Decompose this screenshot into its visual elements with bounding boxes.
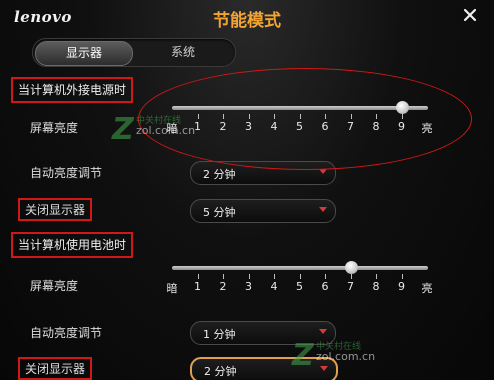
tab-system[interactable]: 系统 <box>133 41 233 64</box>
scale-tick-label: 9 <box>398 280 405 293</box>
tab-display[interactable]: 显示器 <box>35 41 133 66</box>
battery-display-off-select[interactable]: 2 分钟 <box>190 357 338 380</box>
ac-brightness-slider[interactable] <box>172 106 428 110</box>
scale-tick-label: 1 <box>194 280 201 293</box>
chevron-down-icon <box>319 169 327 174</box>
scale-tick <box>248 274 250 279</box>
scale-tick <box>325 114 326 119</box>
scale-tick-label: 8 <box>372 280 380 293</box>
scale-tick-label: 暗 <box>166 282 178 295</box>
scale-tick-label: 1 <box>194 120 201 133</box>
battery-display-off-label: 关闭显示器 <box>18 357 93 380</box>
scale-tick <box>197 114 199 119</box>
scale-tick-label: 2 <box>219 280 227 293</box>
ac-brightness-label: 屏幕亮度 <box>30 121 79 135</box>
scale-tick-label: 6 <box>321 280 329 293</box>
ac-auto-brightness-value: 2 分钟 <box>203 168 236 181</box>
annotation-ellipse <box>138 68 472 170</box>
scale-tick <box>197 274 199 279</box>
ac-display-off-select[interactable]: 5 分钟 <box>190 199 336 223</box>
scale-tick-label: 5 <box>296 280 303 293</box>
battery-brightness-thumb[interactable] <box>344 261 358 274</box>
scale-tick-label: 5 <box>296 120 303 133</box>
scale-tick-label: 4 <box>270 120 278 133</box>
window-title: 节能模式 <box>213 11 281 31</box>
chevron-down-icon <box>319 207 327 212</box>
scale-tick <box>401 114 403 119</box>
battery-section-header: 当计算机使用电池时 <box>11 232 134 258</box>
scale-tick <box>350 114 352 119</box>
scale-tick-label: 9 <box>398 120 405 133</box>
scale-tick <box>223 274 224 279</box>
ac-display-off-value: 5 分钟 <box>203 206 236 219</box>
scale-tick-label: 6 <box>321 120 329 133</box>
scale-tick-label: 4 <box>270 280 278 293</box>
scale-tick <box>299 114 301 119</box>
scale-tick <box>274 274 275 279</box>
scale-tick <box>248 114 250 119</box>
battery-auto-brightness-label: 自动亮度调节 <box>30 326 103 340</box>
scale-tick <box>223 114 224 119</box>
scale-tick-label: 7 <box>347 120 354 133</box>
scale-tick <box>376 114 377 119</box>
close-icon[interactable] <box>462 7 478 23</box>
scale-tick <box>401 274 403 279</box>
chevron-down-icon <box>319 329 327 334</box>
scale-tick-label: 亮 <box>421 282 433 295</box>
scale-tick <box>299 274 301 279</box>
battery-display-off-value: 2 分钟 <box>204 365 237 378</box>
battery-brightness-slider[interactable] <box>172 266 428 270</box>
scale-tick <box>350 274 352 279</box>
ac-display-off-label: 关闭显示器 <box>18 198 93 221</box>
battery-brightness-label: 屏幕亮度 <box>30 279 79 293</box>
ac-section-header: 当计算机外接电源时 <box>11 77 134 103</box>
chevron-down-icon <box>320 366 328 371</box>
battery-auto-brightness-value: 1 分钟 <box>203 328 236 341</box>
scale-tick-label: 7 <box>347 280 354 293</box>
scale-tick-label: 亮 <box>421 122 433 135</box>
zol-logo-icon: Z <box>112 112 134 147</box>
battery-auto-brightness-select[interactable]: 1 分钟 <box>190 321 336 345</box>
ac-auto-brightness-select[interactable]: 2 分钟 <box>190 161 336 185</box>
scale-tick-label: 8 <box>372 120 380 133</box>
scale-tick <box>274 114 275 119</box>
scale-tick <box>325 274 326 279</box>
tab-bar: 显示器 系统 <box>32 38 236 67</box>
scale-tick-label: 3 <box>245 280 252 293</box>
scale-tick-label: 3 <box>245 120 252 133</box>
ac-auto-brightness-label: 自动亮度调节 <box>30 166 103 180</box>
scale-tick-label: 2 <box>219 120 227 133</box>
power-saving-window: lenovo 节能模式 显示器 系统 当计算机外接电源时 屏幕亮度 暗12345… <box>0 0 494 380</box>
scale-tick-label: 暗 <box>166 122 178 135</box>
scale-tick <box>376 274 377 279</box>
ac-brightness-thumb[interactable] <box>395 101 409 114</box>
